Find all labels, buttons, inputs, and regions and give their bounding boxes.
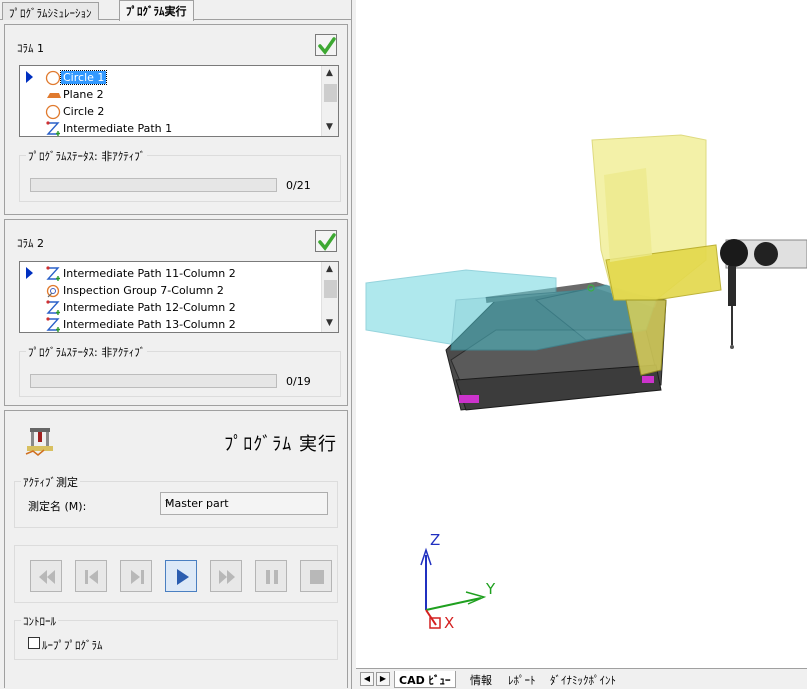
rewind-button[interactable] xyxy=(30,560,62,592)
column-2-section: ｺﾗﾑ 2 Intermediate Path 11-Column 2 Insp… xyxy=(4,219,348,406)
path-icon xyxy=(46,121,60,136)
list-item[interactable]: Circle 1 xyxy=(20,69,320,86)
view-tab-bar: ◀ ▶ CAD ﾋﾞｭｰ 情報 ﾚﾎﾟｰﾄ ﾀﾞｲﾅﾐｯｸﾎﾟｲﾝﾄ xyxy=(356,668,807,689)
column-1-progress-text: 0/21 xyxy=(286,179,311,192)
path-icon xyxy=(46,317,60,332)
circle-icon xyxy=(45,104,61,120)
chevron-down-icon: ⌵ xyxy=(165,496,173,507)
tab-program-run[interactable]: ﾌﾟﾛｸﾞﾗﾑ実行 xyxy=(119,0,194,21)
column-1-title: ｺﾗﾑ 1 xyxy=(17,42,44,55)
pause-button[interactable] xyxy=(255,560,287,592)
rewind-icon xyxy=(39,570,55,584)
column-2-status-label: ﾌﾟﾛｸﾞﾗﾑｽﾃｰﾀｽ: 非ｱｸﾃｨﾌﾞ xyxy=(26,344,148,360)
column-1-confirm-button[interactable] xyxy=(315,34,337,56)
column-1-progress-bar xyxy=(30,178,277,192)
measure-name-select[interactable]: Master part ⌵ xyxy=(160,492,328,515)
loop-program-checkbox[interactable] xyxy=(28,637,40,649)
probe-head-model xyxy=(720,239,807,349)
panel-tabs: ﾌﾟﾛｸﾞﾗﾑｼﾐｭﾚｰｼｮﾝ ﾌﾟﾛｸﾞﾗﾑ実行 xyxy=(0,0,352,21)
circle-icon xyxy=(45,70,61,86)
program-panel: ﾌﾟﾛｸﾞﾗﾑｼﾐｭﾚｰｼｮﾝ ﾌﾟﾛｸﾞﾗﾑ実行 ｺﾗﾑ 1 Circle 1… xyxy=(0,0,352,689)
column-2-progress-bar xyxy=(30,374,277,388)
list-item[interactable]: Intermediate Path 13-Column 2 xyxy=(20,316,320,332)
list-item-label: Circle 1 xyxy=(59,70,108,85)
list-item[interactable]: Intermediate Path 12-Column 2 xyxy=(20,299,320,316)
scroll-down-icon[interactable]: ▼ xyxy=(326,122,333,132)
column-2-status-group: ﾌﾟﾛｸﾞﾗﾑｽﾃｰﾀｽ: 非ｱｸﾃｨﾌﾞ 0/19 xyxy=(19,344,341,397)
scroll-up-icon[interactable]: ▲ xyxy=(326,68,333,78)
active-measure-title: ｱｸﾃｨﾌﾞ測定 xyxy=(21,474,80,490)
list-item-label: Intermediate Path 13-Column 2 xyxy=(63,318,236,331)
column-1-status-group: ﾌﾟﾛｸﾞﾗﾑｽﾃｰﾀｽ: 非ｱｸﾃｨﾌﾞ 0/21 xyxy=(19,148,341,202)
tab-next-button[interactable]: ▶ xyxy=(376,672,390,686)
tab-program-simulation[interactable]: ﾌﾟﾛｸﾞﾗﾑｼﾐｭﾚｰｼｮﾝ xyxy=(2,2,99,20)
list-scrollbar[interactable]: ▲ ▼ xyxy=(321,66,338,136)
tab-cad-view[interactable]: CAD ﾋﾞｭｰ xyxy=(394,671,456,688)
path-icon xyxy=(46,266,60,281)
list-item-label: Plane 2 xyxy=(63,88,104,101)
control-title: ｺﾝﾄﾛｰﾙ xyxy=(21,613,58,629)
step-back-button[interactable] xyxy=(75,560,107,592)
scroll-thumb[interactable] xyxy=(324,280,337,298)
loop-program-label: ﾙｰﾌﾟﾌﾟﾛｸﾞﾗﾑ xyxy=(42,639,103,652)
play-icon xyxy=(177,569,189,585)
cmm-machine-icon xyxy=(25,428,53,456)
scroll-thumb[interactable] xyxy=(324,84,337,102)
list-item-label: Intermediate Path 1 xyxy=(63,122,173,135)
list-item[interactable]: Plane 2 xyxy=(20,86,320,103)
current-pointer-icon xyxy=(26,71,33,83)
column-2-title: ｺﾗﾑ 2 xyxy=(17,237,44,250)
step-forward-button[interactable] xyxy=(120,560,152,592)
list-item[interactable]: Intermediate Path 11-Column 2 xyxy=(20,265,320,282)
inspection-group-icon xyxy=(46,284,60,298)
tab-report[interactable]: ﾚﾎﾟｰﾄ xyxy=(504,671,540,688)
column-2-list[interactable]: Intermediate Path 11-Column 2 Inspection… xyxy=(19,261,339,333)
tab-dynamic-points[interactable]: ﾀﾞｲﾅﾐｯｸﾎﾟｲﾝﾄ xyxy=(546,671,620,688)
scroll-down-icon[interactable]: ▼ xyxy=(326,318,333,328)
step-forward-icon xyxy=(131,570,144,584)
list-item[interactable]: Intermediate Path 1 xyxy=(20,120,320,136)
play-button[interactable] xyxy=(165,560,197,592)
program-run-title: ﾌﾟﾛｸﾞﾗﾑ 実行 xyxy=(224,434,337,455)
measure-name-label: 測定名 (M): xyxy=(28,500,87,513)
path-icon xyxy=(46,300,60,315)
current-pointer-icon xyxy=(26,267,33,279)
step-back-icon xyxy=(85,570,98,584)
scroll-up-icon[interactable]: ▲ xyxy=(326,264,333,274)
z-axis-label: Z xyxy=(430,531,440,549)
cad-scene: Z Y X xyxy=(365,134,807,632)
list-item-label: Inspection Group 7-Column 2 xyxy=(63,284,224,297)
list-scrollbar[interactable]: ▲ ▼ xyxy=(321,262,338,332)
column-2-progress-text: 0/19 xyxy=(286,375,311,388)
stop-button[interactable] xyxy=(300,560,332,592)
list-item-label: Intermediate Path 11-Column 2 xyxy=(63,267,236,280)
stop-icon xyxy=(310,570,324,584)
tab-prev-button[interactable]: ◀ xyxy=(360,672,374,686)
cad-view[interactable]: Z Y X xyxy=(356,0,807,668)
list-item[interactable]: Inspection Group 7-Column 2 xyxy=(20,282,320,299)
column-2-confirm-button[interactable] xyxy=(315,230,337,252)
column-1-status-label: ﾌﾟﾛｸﾞﾗﾑｽﾃｰﾀｽ: 非ｱｸﾃｨﾌﾞ xyxy=(26,148,148,164)
column-1-list[interactable]: Circle 1 Plane 2 Circle 2 Intermediate P… xyxy=(19,65,339,137)
x-axis-label: X xyxy=(444,614,454,632)
check-icon xyxy=(318,233,336,251)
list-item[interactable]: Circle 2 xyxy=(20,103,320,120)
app-root: ﾌﾟﾛｸﾞﾗﾑｼﾐｭﾚｰｼｮﾝ ﾌﾟﾛｸﾞﾗﾑ実行 ｺﾗﾑ 1 Circle 1… xyxy=(0,0,807,689)
fast-forward-button[interactable] xyxy=(210,560,242,592)
y-axis-label: Y xyxy=(485,580,496,598)
column-1-section: ｺﾗﾑ 1 Circle 1 Plane 2 Circle 2 Intermed… xyxy=(4,24,348,215)
pause-icon xyxy=(266,570,278,584)
fast-forward-icon xyxy=(219,570,235,584)
axis-triad: Z Y X xyxy=(420,531,496,632)
list-item-label: Circle 2 xyxy=(63,105,105,118)
list-item-label: Intermediate Path 12-Column 2 xyxy=(63,301,236,314)
plane-icon xyxy=(47,93,61,98)
check-icon xyxy=(318,37,336,55)
tab-info[interactable]: 情報 xyxy=(466,671,496,688)
